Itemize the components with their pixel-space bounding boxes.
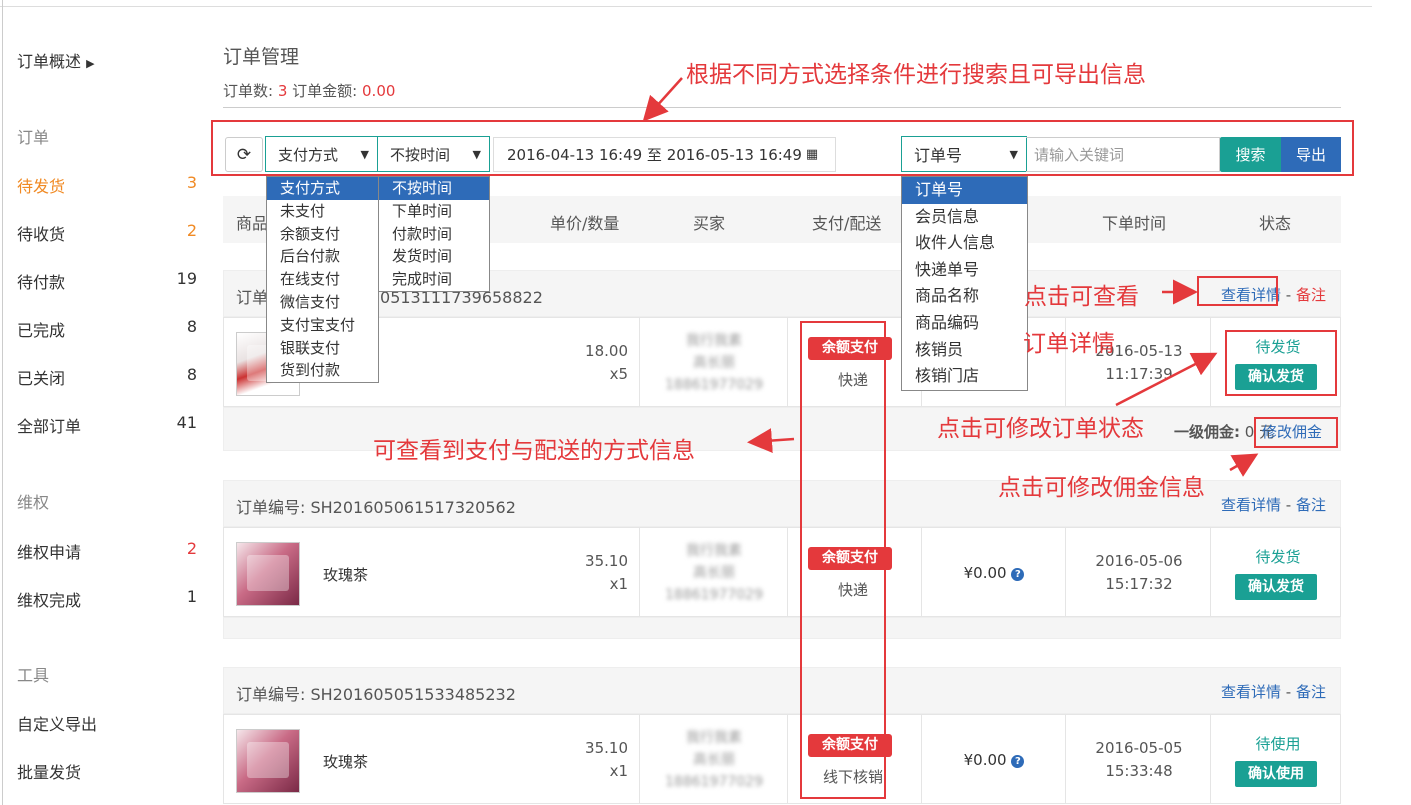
arrow — [747, 428, 795, 454]
arrow — [1115, 352, 1218, 407]
arrow — [642, 77, 683, 122]
arrow — [1229, 453, 1259, 477]
annotation-arrows — [642, 77, 1259, 477]
